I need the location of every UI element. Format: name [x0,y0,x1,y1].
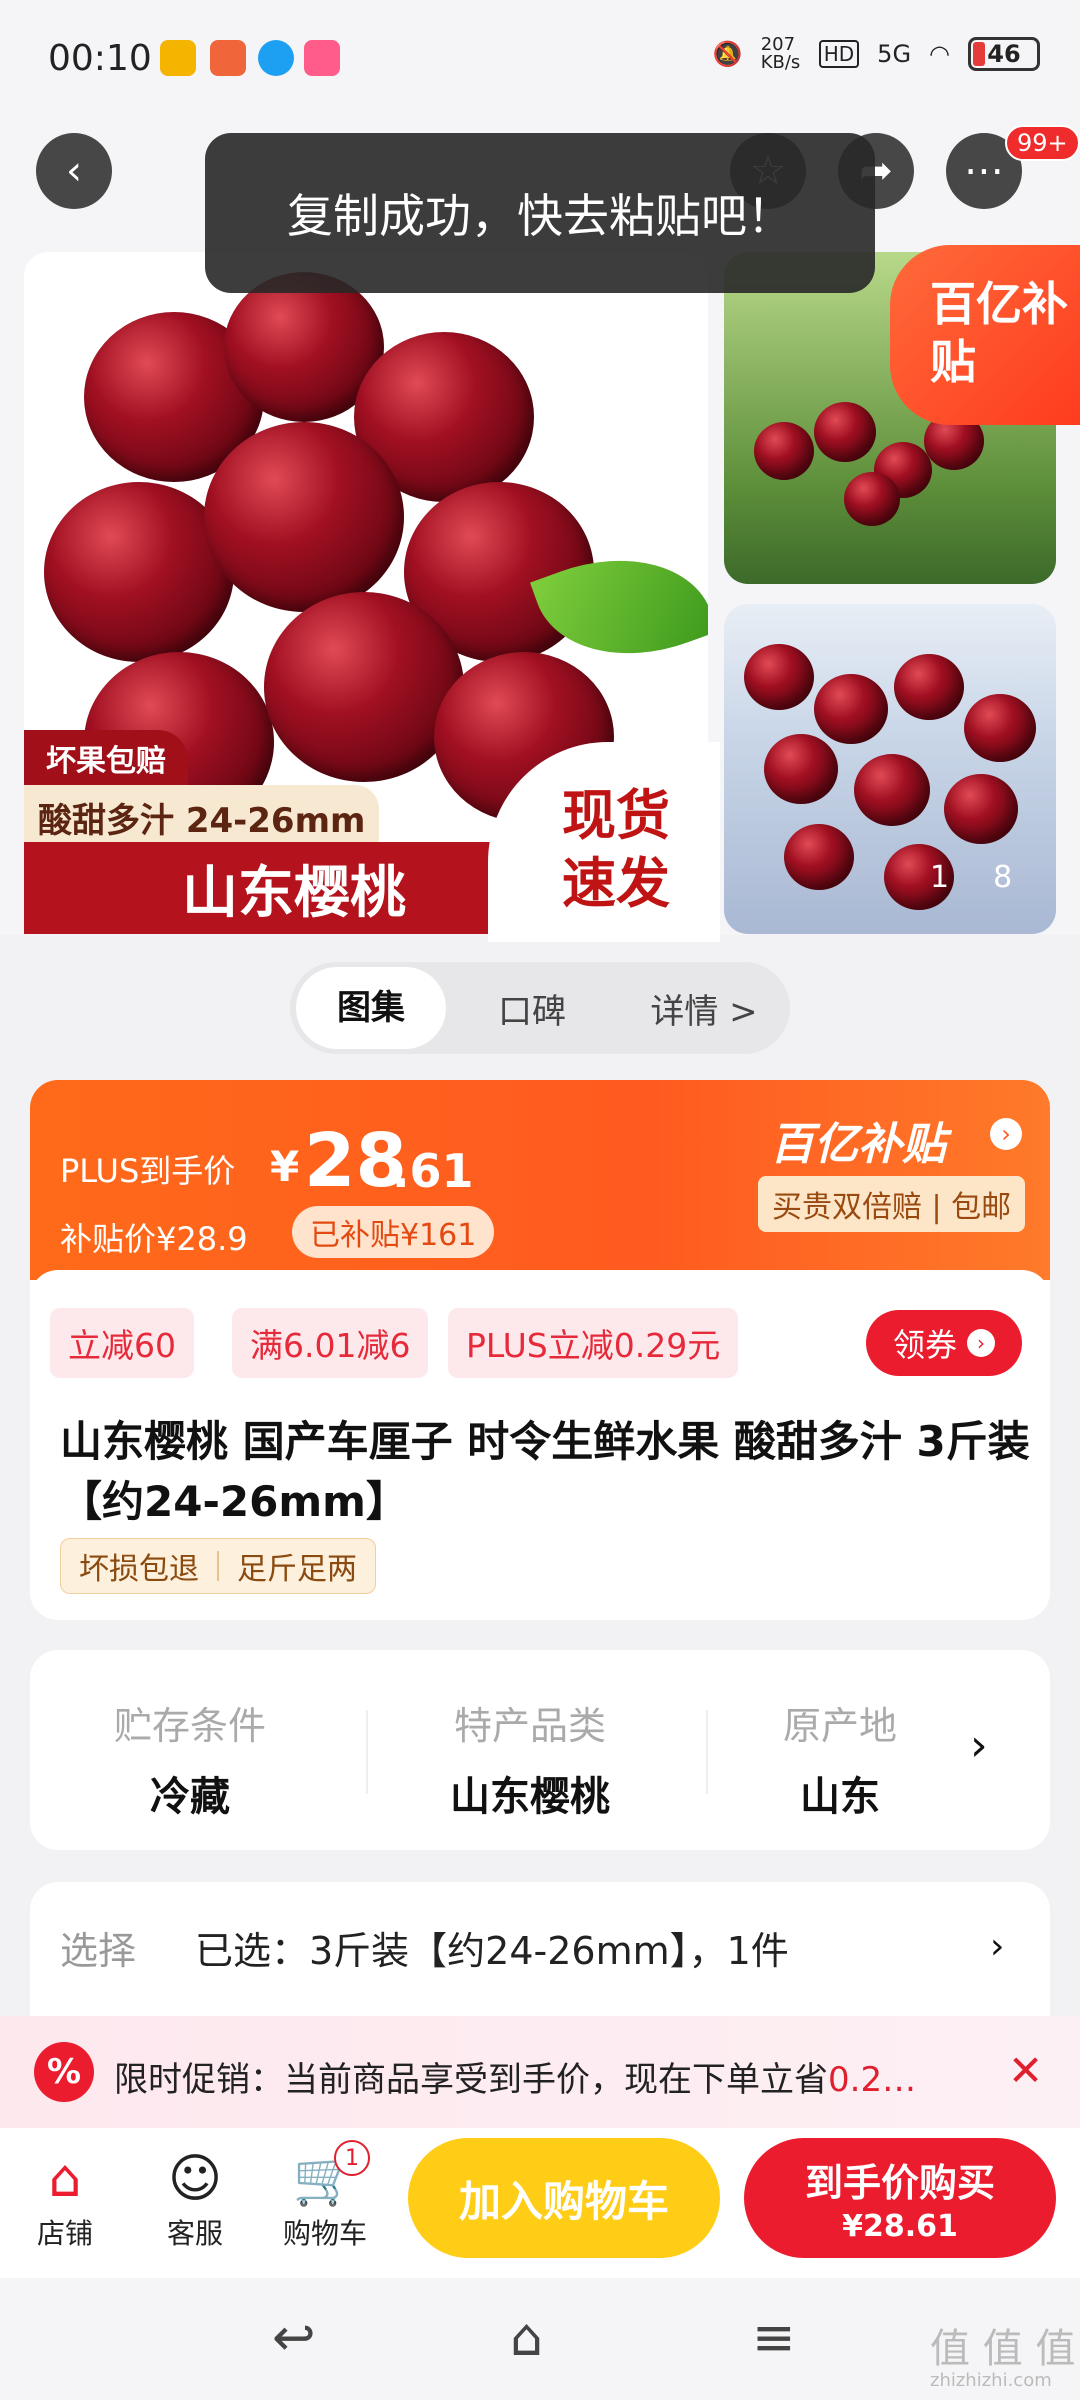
shop-button[interactable]: ⌂ 店铺 [10,2146,120,2252]
mute-icon: 🔕 [712,40,743,68]
tab-details[interactable]: 详情 > [618,984,790,1033]
spec-selector[interactable]: 选择 已选：3斤装【约24-26mm】，1件 › [30,1882,1050,2032]
product-info: 立减60 满6.01减6 PLUS立减0.29元 领券 › 山东樱桃 国产车厘子 … [30,1270,1050,1620]
bottom-action-bar: ⌂ 店铺 ☺ 客服 🛒 1 购物车 加入购物车 到手价购买 ¥28.61 [0,2128,1080,2278]
promotion-bar[interactable]: % 限时促销：当前商品享受到手价，现在下单立省0.2… ✕ [0,2016,1080,2128]
product-attributes[interactable]: 贮存条件 冷藏 特产品类 山东樱桃 原产地 山东 › [30,1650,1050,1850]
watermark-url: zhizhizhi.com [930,2370,1052,2391]
back-button[interactable]: ‹ [36,133,112,209]
shop-icon: ⌂ [48,2149,82,2209]
hd-icon: HD [818,40,860,68]
damage-guarantee-tag: 坏果包赔 [24,730,188,786]
currency-symbol: ¥ [270,1142,300,1191]
watermark: 值 值 值 [930,2326,1076,2372]
back-nav-icon[interactable]: ↩ [272,2308,316,2368]
close-icon[interactable]: ✕ [1008,2046,1043,2095]
tab-reviews[interactable]: 口碑 [446,984,618,1033]
status-bar: 00:10 🔕 207 KB/s HD 5G ◠ 46 [0,0,1080,120]
subsidy-brand-logo[interactable]: 百亿补贴 [770,1108,946,1172]
buy-now-button[interactable]: 到手价购买 ¥28.61 [744,2138,1056,2258]
product-image-title: 山东樱桃 [24,842,564,934]
chevron-right-icon[interactable]: › [990,1926,1004,1967]
get-coupon-button[interactable]: 领券 › [866,1310,1022,1376]
qq-notification-icon [258,40,294,76]
discount-chip[interactable]: 立减60 [50,1308,194,1378]
discount-chip[interactable]: PLUS立减0.29元 [448,1308,739,1378]
chevron-right-icon: › [967,1329,995,1357]
menu-nav-icon[interactable]: ≡ [752,2308,796,2368]
chevron-right-icon[interactable]: › [990,1118,1022,1150]
guarantee-item: 坏损包退 [79,1552,199,1587]
home-nav-icon[interactable]: ⌂ [510,2308,543,2368]
attribute-category: 特产品类 山东樱桃 [450,1704,610,1820]
attribute-origin: 原产地 山东 [782,1704,897,1820]
customer-service-button[interactable]: ☺ 客服 [140,2146,250,2252]
app-notification-icon [210,40,246,76]
section-tabs: 图集 口碑 详情 > [290,962,790,1054]
price-card: PLUS到手价 ¥ 28 .61 补贴价¥28.9 已补贴¥161 百亿补贴 ›… [30,1080,1050,1620]
percent-icon: % [34,2042,94,2102]
chevron-right-icon[interactable]: › [970,1720,988,1771]
tab-gallery[interactable]: 图集 [296,967,446,1049]
select-label: 选择 [60,1929,137,1973]
subsidy-guarantee-tags: 买贵双倍赔 | 包邮 [758,1176,1026,1232]
cart-count-badge: 1 [334,2140,370,2176]
system-nav-bar: ↩ ⌂ ≡ [0,2278,1080,2400]
product-title: 山东樱桃 国产车厘子 时令生鲜水果 酸甜多汁 3斤装【约24-26mm】 [60,1417,1030,1526]
plus-price-label: PLUS到手价 [60,1152,236,1190]
service-guarantees: 坏损包退 足斤足两 [60,1538,376,1594]
price-header: PLUS到手价 ¥ 28 .61 补贴价¥28.9 已补贴¥161 百亿补贴 ›… [30,1080,1050,1280]
smile-icon: ☺ [167,2149,223,2209]
signal-icon: 5G [877,40,912,68]
promotion-text: 限时促销：当前商品享受到手价，现在下单立省0.2… [114,2060,917,2100]
gallery-page-indicator: 18 [930,860,1057,895]
subsidy-corner-badge: 百亿补贴 [890,245,1080,425]
guarantee-item: 足斤足两 [237,1552,357,1587]
sweet-size-tag: 酸甜多汁 24-26mm [24,785,380,850]
subsidy-price: 补贴价¥28.9 [60,1220,248,1258]
status-time: 00:10 [48,38,152,79]
discount-chip[interactable]: 满6.01减6 [232,1308,429,1378]
plus-price-decimal: .61 [392,1144,474,1198]
wifi-icon: ◠ [929,40,950,68]
status-icons: 🔕 207 KB/s HD 5G ◠ 46 [713,36,1040,72]
battery-icon: 46 [968,37,1040,71]
app-notification-icon [304,40,340,76]
network-speed: 207 KB/s [760,34,801,73]
app-notification-icon [160,40,196,76]
toast-message: 复制成功，快去粘贴吧！ [205,133,875,293]
attribute-storage: 贮存条件 冷藏 [113,1704,266,1820]
cart-button[interactable]: 🛒 1 购物车 [270,2140,380,2252]
message-count-badge: 99+ [1005,125,1080,161]
add-to-cart-button[interactable]: 加入购物车 [408,2138,720,2258]
subsidized-amount-badge: 已补贴¥161 [292,1206,495,1258]
selected-spec: 已选：3斤装【约24-26mm】，1件 [195,1929,789,1973]
